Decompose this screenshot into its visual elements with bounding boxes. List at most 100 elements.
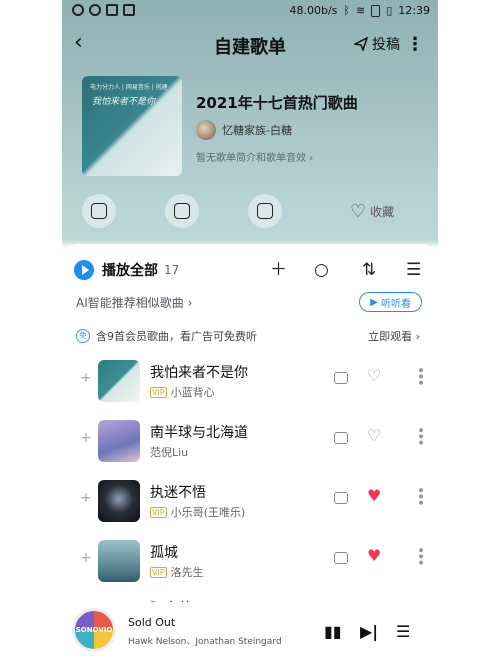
mv-icon[interactable] bbox=[334, 492, 348, 504]
chevron-right-icon: › bbox=[309, 153, 314, 164]
song-meta: VIP 小蓝背心 bbox=[150, 384, 215, 400]
playlist-title: 2021年十七首热门歌曲 bbox=[196, 94, 358, 112]
more-icon[interactable]: ••• bbox=[412, 546, 428, 565]
heart-icon[interactable]: ♡ bbox=[367, 426, 381, 445]
avatar[interactable] bbox=[196, 120, 216, 140]
song-thumbnail bbox=[98, 420, 140, 462]
song-artist: 小乐哥(王唯乐) bbox=[170, 506, 246, 519]
song-title: 孤城 bbox=[150, 545, 178, 561]
chevron-right-icon: › bbox=[187, 296, 193, 310]
next-icon[interactable]: ▶| bbox=[360, 622, 378, 641]
song-meta: VIP 洛先生 bbox=[150, 564, 204, 580]
mv-icon[interactable] bbox=[334, 372, 348, 384]
comment-icon bbox=[257, 203, 273, 219]
add-to-queue-icon[interactable]: + bbox=[80, 490, 92, 506]
album-disc[interactable]: SONOVIO bbox=[72, 608, 116, 652]
bluetooth-icon: ᛒ bbox=[343, 4, 351, 17]
heart-filled-icon[interactable]: ♥ bbox=[367, 546, 381, 565]
mv-icon[interactable] bbox=[334, 432, 348, 444]
creator-name[interactable]: 忆糖家族-白糖 bbox=[222, 122, 292, 138]
song-artist: 洛先生 bbox=[170, 566, 204, 579]
list-item[interactable]: + 执迷不悟 VIP 小乐哥(王唯乐) ♥ ••• bbox=[62, 476, 438, 526]
vip-badge: VIP bbox=[150, 566, 167, 578]
cover-script: 我怕来者不是你 bbox=[92, 97, 156, 107]
heart-filled-icon[interactable]: ♥ bbox=[367, 486, 381, 505]
phone-screen: 48.00b/s ᛒ ≋ ▯ 12:39 ‹ 自建歌单 投稿 ⋮ 电力分力人 |… bbox=[62, 0, 438, 666]
status-bar: 48.00b/s ᛒ ≋ ▯ 12:39 bbox=[62, 0, 438, 22]
ai-recommend-link[interactable]: AI智能推荐相似歌曲 › bbox=[76, 294, 192, 311]
song-title: 南半球与北海道 bbox=[150, 425, 248, 441]
vip-notice-text: 含9首会员歌曲，看广告可免费听 bbox=[96, 330, 257, 343]
pause-icon[interactable]: ▮▮ bbox=[324, 622, 342, 641]
more-icon[interactable]: ••• bbox=[412, 486, 428, 505]
description-text: 暂无歌单简介和歌单音效 bbox=[196, 153, 306, 164]
list-item[interactable]: + 孤城 VIP 洛先生 ♥ ••• bbox=[62, 536, 438, 586]
chevron-right-icon: › bbox=[415, 330, 420, 343]
clock: 12:39 bbox=[398, 4, 430, 17]
heart-icon[interactable]: ♡ bbox=[367, 366, 381, 385]
list-item[interactable]: + 南半球与北海道 范倪Liu ♡ ••• bbox=[62, 416, 438, 466]
more-icon[interactable]: ⋮ bbox=[406, 34, 424, 55]
player-artist: Hawk Nelson、Jonathan Steingard bbox=[128, 637, 282, 647]
song-thumbnail bbox=[98, 360, 140, 402]
creator[interactable]: 忆糖家族-白糖 bbox=[196, 120, 292, 140]
listen-button[interactable]: ▶ 听听看 bbox=[359, 292, 422, 312]
download-icon bbox=[174, 203, 190, 219]
play-icon: ▶ bbox=[370, 296, 378, 308]
notification-icon bbox=[89, 4, 101, 16]
song-thumbnail bbox=[98, 540, 140, 582]
notification-icon bbox=[72, 4, 84, 16]
song-artist: 范倪Liu bbox=[150, 446, 189, 459]
playlist-cover[interactable]: 电力分力人 | 网易音乐 | 创建 我怕来者不是你 bbox=[82, 76, 182, 176]
add-to-queue-icon[interactable]: + bbox=[80, 430, 92, 446]
status-icons-left bbox=[72, 4, 135, 16]
player-song-title: Sold Out bbox=[128, 616, 176, 629]
song-meta: VIP 小乐哥(王唯乐) bbox=[150, 504, 245, 520]
share-icon bbox=[91, 203, 107, 219]
watch-now-button[interactable]: 立即观看 › bbox=[368, 328, 420, 344]
vip-notice: 免 含9首会员歌曲，看广告可免费听 bbox=[76, 328, 257, 344]
song-thumbnail bbox=[98, 480, 140, 522]
heart-outline-icon: ♡ bbox=[350, 201, 367, 222]
list-item[interactable]: + 我怕来者不是你 VIP 小蓝背心 ♡ ••• bbox=[62, 356, 438, 406]
header: ‹ 自建歌单 投稿 ⋮ bbox=[62, 30, 438, 59]
song-meta: 范倪Liu bbox=[150, 444, 188, 460]
collect-label: 收藏 bbox=[370, 205, 395, 219]
download-button[interactable] bbox=[165, 194, 199, 228]
sort-icon[interactable]: ⇅ bbox=[362, 260, 376, 280]
gallery-icon bbox=[123, 4, 135, 16]
play-all-label: 播放全部 bbox=[102, 263, 158, 279]
sim-icon: ▯ bbox=[386, 4, 393, 17]
contribute-label: 投稿 bbox=[372, 37, 400, 53]
free-badge-icon: 免 bbox=[76, 329, 90, 343]
wifi-icon: ≋ bbox=[356, 4, 366, 17]
add-to-queue-icon[interactable]: + bbox=[80, 550, 92, 566]
vip-badge: VIP bbox=[150, 506, 167, 518]
comment-button[interactable] bbox=[248, 194, 282, 228]
collect-button[interactable]: ♡ 收藏 bbox=[350, 201, 394, 222]
more-icon[interactable]: ••• bbox=[412, 366, 428, 385]
song-count: 17 bbox=[164, 263, 180, 277]
watch-now-label: 立即观看 bbox=[368, 330, 413, 343]
send-icon bbox=[354, 37, 368, 51]
screenshot-frame: 48.00b/s ᛒ ≋ ▯ 12:39 ‹ 自建歌单 投稿 ⋮ 电力分力人 |… bbox=[0, 0, 500, 666]
vip-badge: VIP bbox=[150, 386, 167, 398]
song-artist: 小蓝背心 bbox=[170, 386, 215, 399]
add-to-queue-icon[interactable]: + bbox=[80, 370, 92, 386]
ai-recommend-label: AI智能推荐相似歌曲 bbox=[76, 296, 184, 310]
search-icon[interactable]: ○ bbox=[314, 260, 329, 280]
more-icon[interactable]: ••• bbox=[412, 426, 428, 445]
image-icon bbox=[106, 4, 118, 16]
mv-icon[interactable] bbox=[334, 552, 348, 564]
mini-player[interactable]: SONOVIO Sold Out Hawk Nelson、Jonathan St… bbox=[62, 602, 438, 666]
add-icon[interactable]: ＋ bbox=[270, 260, 287, 280]
network-speed: 48.00b/s bbox=[289, 4, 338, 17]
filter-icon[interactable]: ☰ bbox=[406, 260, 421, 280]
listen-label: 听听看 bbox=[381, 298, 411, 310]
share-button[interactable] bbox=[82, 194, 116, 228]
contribute-button[interactable]: 投稿 bbox=[354, 34, 400, 54]
play-all-button[interactable]: 播放全部 17 bbox=[74, 260, 179, 280]
playlist-icon[interactable]: ☰ bbox=[396, 622, 410, 641]
playlist-description[interactable]: 暂无歌单简介和歌单音效 › bbox=[196, 149, 313, 164]
cover-caption: 电力分力人 | 网易音乐 | 创建 bbox=[90, 84, 168, 91]
